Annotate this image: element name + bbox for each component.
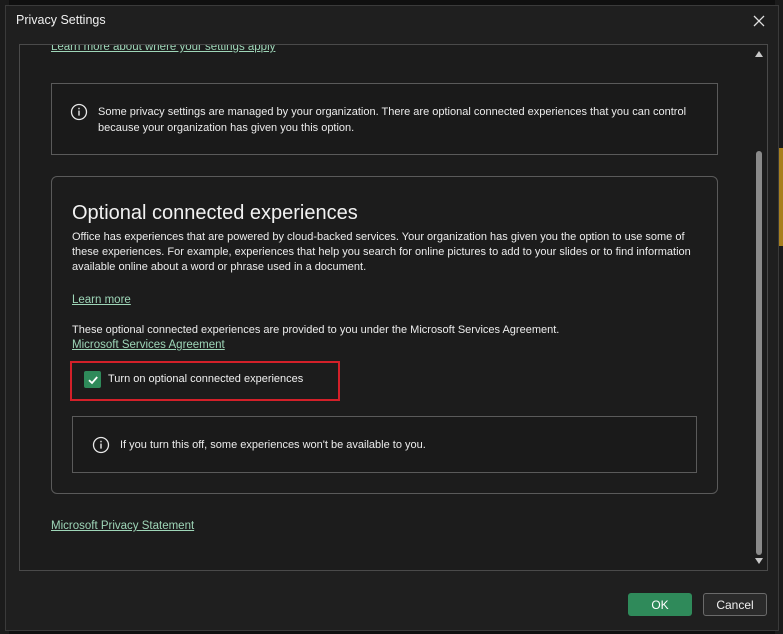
- optional-connected-experiences-section: Optional connected experiences Office ha…: [51, 176, 718, 494]
- organization-notice-text: Some privacy settings are managed by you…: [98, 106, 687, 134]
- section-description: Office has experiences that are powered …: [72, 231, 691, 273]
- scroll-thumb[interactable]: [756, 151, 762, 555]
- agreement-text: These optional connected experiences are…: [72, 324, 560, 336]
- ok-button[interactable]: OK: [628, 593, 692, 616]
- vertical-scrollbar[interactable]: [751, 45, 767, 570]
- scroll-down-arrow-icon[interactable]: [754, 556, 764, 566]
- close-icon: [753, 15, 765, 27]
- privacy-settings-dialog: Privacy Settings Learn more about where …: [5, 5, 779, 631]
- services-agreement-link[interactable]: Microsoft Services Agreement: [72, 339, 225, 351]
- organization-notice: Some privacy settings are managed by you…: [51, 83, 718, 155]
- cancel-button[interactable]: Cancel: [703, 593, 767, 616]
- optional-experiences-checkbox[interactable]: [84, 371, 101, 388]
- settings-content-pane: Learn more about where your settings app…: [19, 44, 768, 571]
- title-bar: Privacy Settings: [6, 6, 778, 36]
- learn-where-settings-apply-link[interactable]: Learn more about where your settings app…: [51, 45, 275, 53]
- turn-off-warning-text: If you turn this off, some experiences w…: [120, 439, 426, 451]
- checkmark-icon: [87, 375, 98, 384]
- close-button[interactable]: [748, 10, 770, 32]
- optional-experiences-checkbox-label[interactable]: Turn on optional connected experiences: [108, 373, 303, 385]
- turn-off-warning: If you turn this off, some experiences w…: [72, 416, 697, 473]
- info-icon: [92, 436, 110, 454]
- dialog-title: Privacy Settings: [16, 13, 106, 27]
- learn-more-link[interactable]: Learn more: [72, 294, 131, 306]
- section-title: Optional connected experiences: [72, 202, 358, 224]
- info-icon: [70, 103, 88, 121]
- scroll-up-arrow-icon[interactable]: [754, 49, 764, 59]
- privacy-statement-link[interactable]: Microsoft Privacy Statement: [51, 520, 194, 532]
